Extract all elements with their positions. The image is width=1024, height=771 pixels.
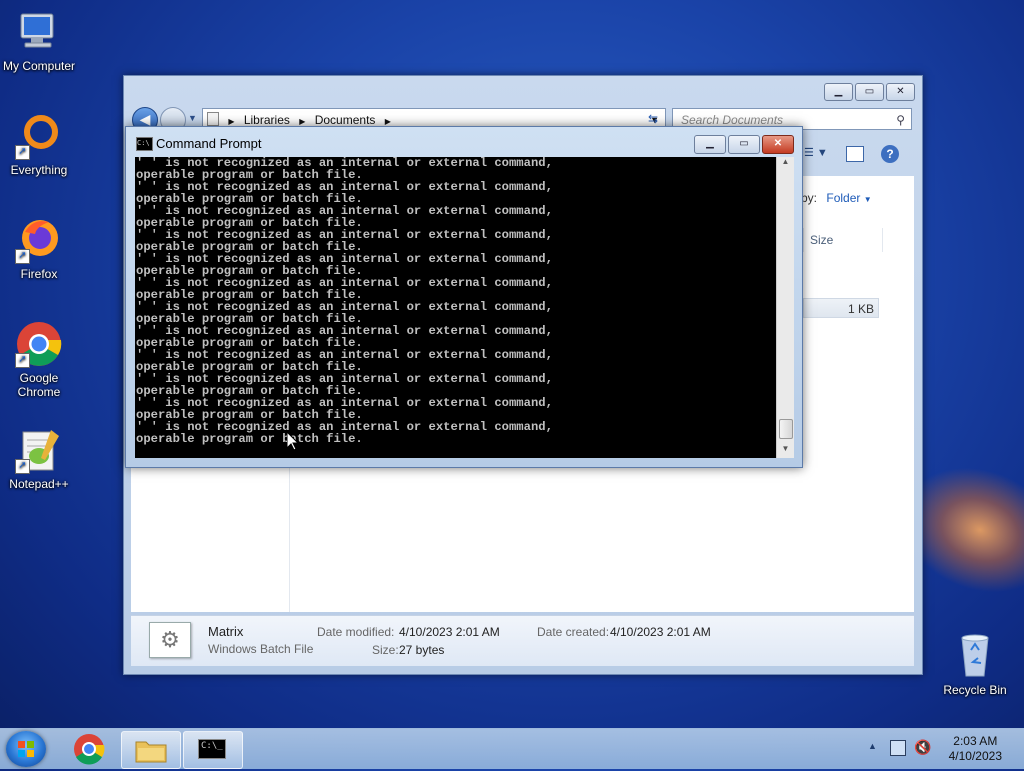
desktop-icon-everything[interactable]: ➚ Everything (0, 112, 78, 177)
taskbar-explorer[interactable] (121, 731, 181, 769)
cmd-window-controls: ▁ ▭ ✕ (694, 135, 794, 154)
desktop-icon-firefox[interactable]: ➚ Firefox (0, 216, 78, 281)
scroll-thumb[interactable] (779, 419, 793, 439)
desktop-icon-label: My Computer (2, 59, 76, 73)
column-size-label: Size (810, 233, 834, 247)
desktop-icon-label: Firefox (20, 267, 58, 281)
chrome-icon: ➚ (15, 320, 63, 368)
arrange-by[interactable]: by: Folder ▼ (801, 191, 872, 205)
desktop-icon-label: Notepad++ (9, 477, 69, 491)
chrome-icon (74, 734, 105, 765)
details-size-label: Size: (372, 643, 399, 657)
refresh-icon: ⇆ (647, 112, 659, 126)
windows-logo-icon (18, 741, 34, 757)
console-output-area[interactable]: ' ' is not recognized as an internal or … (135, 157, 776, 458)
taskbar-chrome[interactable] (60, 731, 118, 767)
cmd-icon: C:\ (136, 137, 153, 151)
desktop-icon-recycle-bin[interactable]: Recycle Bin (936, 632, 1014, 697)
computer-icon (15, 8, 63, 56)
scroll-up-icon[interactable]: ▲ (777, 157, 794, 171)
details-file-type: Windows Batch File (208, 642, 314, 656)
file-row[interactable]: 1 KB (803, 298, 879, 318)
file-size: 1 KB (847, 302, 874, 316)
network-icon[interactable] (890, 740, 906, 756)
recycle-bin-icon (951, 632, 999, 680)
back-arrow-icon: ◀ (139, 111, 151, 127)
everything-icon: ➚ (15, 112, 63, 160)
taskbar: C:\_ ▲ 🔇 2:03 AM 4/10/2023 (0, 728, 1024, 769)
details-pane: ⚙ Matrix Windows Batch File Date modifie… (131, 615, 914, 666)
folder-icon (135, 741, 167, 763)
firefox-icon: ➚ (15, 216, 63, 264)
mouse-cursor-icon (286, 430, 300, 454)
shortcut-arrow-icon: ➚ (15, 145, 30, 160)
minimize-button[interactable]: ▁ (694, 135, 726, 154)
console-output: ' ' is not recognized as an internal or … (136, 157, 553, 446)
batch-file-icon: ⚙ (149, 622, 191, 658)
clock-date: 4/10/2023 (948, 749, 1002, 763)
details-date-modified-label: Date modified: (317, 625, 395, 639)
desktop-icon-chrome[interactable]: ➚ Google Chrome (0, 320, 78, 399)
notepadpp-icon: ➚ (15, 426, 63, 474)
details-date-created: 4/10/2023 2:01 AM (610, 625, 711, 639)
arrange-by-value[interactable]: Folder (826, 191, 860, 205)
details-date-modified: 4/10/2023 2:01 AM (399, 625, 500, 639)
clock-time: 2:03 AM (953, 734, 998, 748)
breadcrumb-documents[interactable]: Documents (315, 113, 376, 127)
volume-muted-icon[interactable]: 🔇 (914, 739, 931, 756)
desktop-icon-notepadpp[interactable]: ➚ Notepad++ (0, 426, 78, 491)
search-placeholder: Search Documents (681, 113, 784, 127)
preview-pane-button[interactable] (846, 146, 864, 162)
scroll-down-icon[interactable]: ▼ (777, 444, 794, 458)
close-button[interactable]: ✕ (886, 83, 915, 101)
breadcrumb-separator-icon: ▶ (384, 117, 391, 126)
breadcrumb-separator-icon: ▶ (228, 117, 235, 126)
system-clock[interactable]: 2:03 AM 4/10/2023 (949, 734, 1002, 764)
cmd-icon: C:\_ (198, 739, 226, 759)
explorer-window-controls: ▁ ▭ ✕ (824, 83, 915, 101)
breadcrumb-libraries[interactable]: Libraries (244, 113, 290, 127)
view-options-button[interactable]: ☰ ▼ (804, 146, 828, 159)
details-size: 27 bytes (399, 643, 445, 657)
search-icon: ⚲ (896, 113, 905, 127)
show-hidden-icons-button[interactable]: ▲ (868, 741, 877, 751)
command-prompt-window[interactable]: C:\ Command Prompt ▁ ▭ ✕ ' ' is not reco… (125, 126, 803, 468)
shortcut-arrow-icon: ➚ (15, 249, 30, 264)
details-file-name: Matrix (208, 624, 244, 639)
desktop-icon-label: Recycle Bin (943, 683, 1007, 697)
desktop-icon-label: Google Chrome (17, 371, 61, 399)
breadcrumb-separator-icon: ▶ (299, 117, 306, 126)
shortcut-arrow-icon: ➚ (15, 353, 30, 368)
column-header-size[interactable]: Size (803, 228, 883, 252)
chevron-down-icon: ▼ (863, 195, 872, 204)
taskbar-command-prompt[interactable]: C:\_ (183, 731, 243, 769)
vertical-scrollbar[interactable]: ▲ ▼ (776, 157, 794, 458)
window-title: Command Prompt (156, 136, 262, 151)
maximize-button[interactable]: ▭ (855, 83, 884, 101)
start-button[interactable] (6, 731, 46, 767)
arrange-by-label: by: (801, 191, 818, 205)
desktop-icon-my-computer[interactable]: My Computer (0, 8, 78, 73)
help-button[interactable]: ? (881, 145, 899, 163)
folder-icon (207, 112, 219, 126)
shortcut-arrow-icon: ➚ (15, 459, 30, 474)
history-dropdown-icon[interactable]: ▼ (188, 113, 197, 123)
desktop-icon-label: Everything (10, 163, 68, 177)
details-date-created-label: Date created: (537, 625, 610, 639)
maximize-button[interactable]: ▭ (728, 135, 760, 154)
minimize-button[interactable]: ▁ (824, 83, 853, 101)
close-button[interactable]: ✕ (762, 135, 794, 154)
